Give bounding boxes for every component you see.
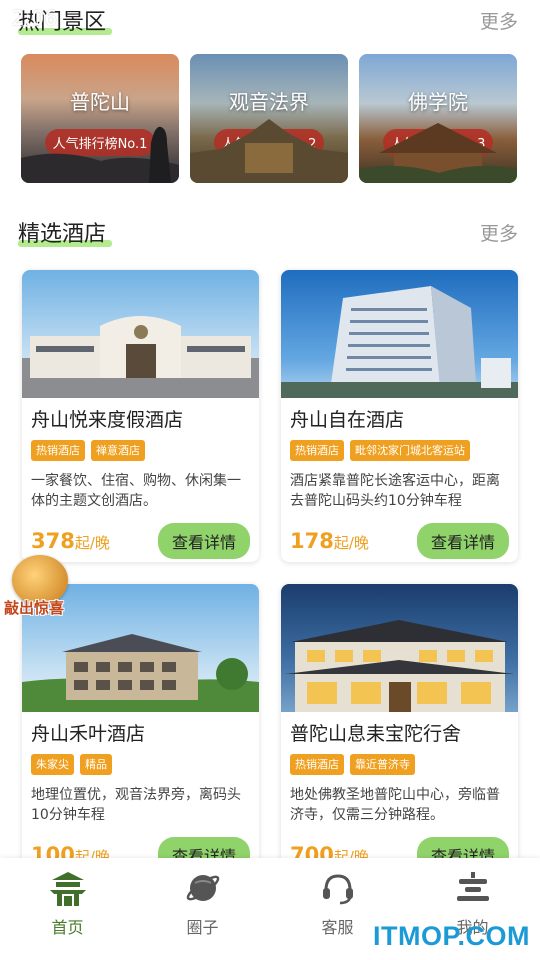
hotel-tag: 热销酒店 — [290, 440, 344, 461]
hotel-photo — [281, 584, 518, 712]
hotel-card[interactable]: 舟山禾叶酒店 朱家尖 精品 地理位置优，观音法界旁，离码头10分钟车程 100起… — [22, 584, 259, 876]
hotel-description: 地处佛教圣地普陀山中心，旁临普济寺，仅需三分钟路程。 — [290, 787, 500, 823]
tab-label: 圈子 — [186, 918, 219, 937]
hotel-tags: 热销酒店 禅意酒店 — [31, 440, 250, 461]
pagoda-silhouette-image — [359, 123, 517, 183]
tab-circle[interactable]: 圈子 — [135, 858, 270, 960]
temple-silhouette-image — [190, 119, 348, 183]
headset-icon — [322, 874, 353, 905]
planet-icon — [186, 875, 219, 901]
scenic-name: 观音法界 — [229, 90, 309, 114]
hotel-tag: 精品 — [80, 754, 112, 775]
surprise-badge-label: 敲出惊喜 — [4, 599, 65, 617]
temple-icon — [49, 872, 86, 906]
hotel-price: 378起/晚 — [31, 529, 110, 553]
hotel-tag: 毗邻沈家门城北客运站 — [350, 440, 470, 461]
profile-icon — [456, 872, 489, 901]
hotel-description: 一家餐饮、住宿、购物、休闲集一体的主题文创酒店。 — [31, 473, 241, 509]
hotel-price: 178起/晚 — [290, 529, 369, 553]
scenic-section-title: 热门景区 — [18, 4, 113, 36]
hotel-tags: 热销酒店 毗邻沈家门城北客运站 — [290, 440, 509, 461]
hotel-name: 舟山自在酒店 — [290, 409, 405, 431]
hotel-tag: 禅意酒店 — [91, 440, 145, 461]
hotel-description: 酒店紧靠普陀长途客运中心，距离去普陀山码头约10分钟车程 — [290, 473, 500, 509]
view-details-button[interactable]: 查看详情 — [157, 523, 250, 559]
hotel-description: 地理位置优，观音法界旁，离码头10分钟车程 — [31, 787, 241, 823]
tab-label: 首页 — [51, 918, 84, 937]
scenic-card-guanyinfajie[interactable]: 观音法界 人气排行榜No.2 — [190, 54, 348, 183]
hotel-tag: 热销酒店 — [31, 440, 85, 461]
statue-silhouette-image — [21, 126, 179, 183]
hotel-card[interactable]: 舟山自在酒店 热销酒店 毗邻沈家门城北客运站 酒店紧靠普陀长途客运中心，距离去普… — [281, 270, 518, 562]
scenic-section-header: 热门景区 更多 — [18, 0, 518, 40]
hotel-name: 舟山禾叶酒店 — [31, 723, 146, 745]
hotel-photo — [281, 270, 518, 398]
hotel-tag: 热销酒店 — [290, 754, 344, 775]
hotel-card[interactable]: 普陀山息耒宝陀行舍 热销酒店 靠近普济寺 地处佛教圣地普陀山中心，旁临普济寺，仅… — [281, 584, 518, 876]
scenic-card-putuoshan[interactable]: 普陀山 人气排行榜No.1 — [21, 54, 179, 183]
hotel-tag: 朱家尖 — [31, 754, 74, 775]
view-details-button[interactable]: 查看详情 — [416, 523, 509, 559]
tab-label: 客服 — [321, 918, 354, 937]
tab-home[interactable]: 首页 — [0, 858, 135, 960]
watermark: ITMOP.COM — [372, 921, 530, 951]
hotel-name: 普陀山息耒宝陀行舍 — [290, 723, 462, 745]
surprise-badge[interactable]: 敲出惊喜 — [4, 555, 74, 621]
hotel-section-header: 精选酒店 更多 — [18, 212, 518, 252]
hotel-tags: 热销酒店 靠近普济寺 — [290, 754, 509, 775]
scenic-list: 普陀山 人气排行榜No.1 观音法界 人气排行榜No.2 佛学院 人气排行榜No… — [21, 54, 519, 184]
hotel-more-link[interactable]: 更多 — [480, 219, 518, 246]
scenic-more-link[interactable]: 更多 — [480, 7, 518, 34]
hotel-card[interactable]: 舟山悦来度假酒店 热销酒店 禅意酒店 一家餐饮、住宿、购物、休闲集一体的主题文创… — [22, 270, 259, 562]
hotel-tag: 靠近普济寺 — [350, 754, 415, 775]
hotel-photo — [22, 270, 259, 398]
hotel-name: 舟山悦来度假酒店 — [31, 409, 184, 431]
hotel-tags: 朱家尖 精品 — [31, 754, 250, 775]
scenic-card-foxueyuan[interactable]: 佛学院 人气排行榜No.3 — [359, 54, 517, 183]
hotel-section-title: 精选酒店 — [18, 216, 113, 248]
